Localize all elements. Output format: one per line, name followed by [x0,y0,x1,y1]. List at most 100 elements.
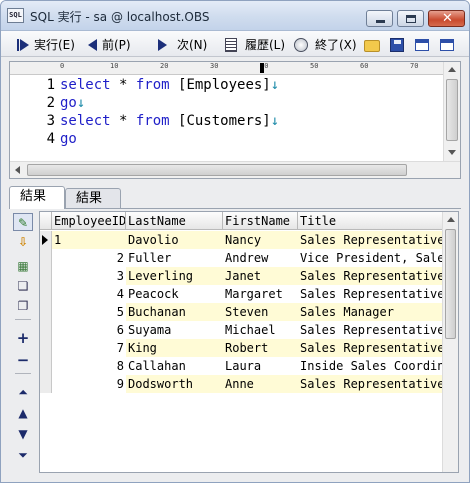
table-cell[interactable]: Sales Representative [298,339,444,357]
table-cell[interactable]: Laura [223,357,298,375]
exit-button[interactable]: 終了(X) [293,35,357,54]
table-cell[interactable]: Callahan [126,357,223,375]
table-cell[interactable]: 4 [52,285,126,303]
row-indicator[interactable] [40,285,52,303]
table-cell[interactable]: Sales Representative [298,285,444,303]
code-line[interactable]: select * from [Customers]↓ [60,112,279,130]
table-cell[interactable]: 8 [52,357,126,375]
table-row[interactable]: 1 Davolio Nancy Sales Representative [40,231,458,249]
first-row-button[interactable]: ⏶ [13,383,33,401]
table-cell[interactable]: Suyama [126,321,223,339]
row-indicator[interactable] [40,339,52,357]
last-row-button[interactable]: ⏷ [13,446,33,464]
table-row[interactable]: 4 Peacock Margaret Sales Representative [40,285,458,303]
add-row-button[interactable]: + [13,329,33,347]
run-button[interactable]: 実行(E) [15,35,75,54]
prev-row-button[interactable]: ▲ [13,404,33,422]
table-row[interactable]: 3 Leverling Janet Sales Representative [40,267,458,285]
row-indicator[interactable] [40,303,52,321]
editor-horizontal-scrollbar[interactable] [10,161,460,178]
table-cell[interactable]: Margaret [223,285,298,303]
table-cell[interactable]: 3 [52,267,126,285]
save-button[interactable] [389,35,408,54]
delete-row-button[interactable]: − [13,351,33,369]
prev-button[interactable]: 前(P) [83,35,131,54]
column-header[interactable]: LastName [126,212,223,230]
close-button[interactable]: ✕ [428,10,465,27]
table-cell[interactable]: Steven [223,303,298,321]
table-cell[interactable]: Sales Representative [298,231,444,249]
table-row[interactable]: 7 King Robert Sales Representative [40,339,458,357]
table-cell[interactable]: Sales Representative [298,321,444,339]
row-indicator[interactable] [40,357,52,375]
next-button[interactable]: 次(N) [153,35,207,54]
editor-vertical-scrollbar[interactable] [443,62,460,162]
row-indicator[interactable] [40,321,52,339]
grid-vscroll-thumb[interactable] [445,229,456,339]
table-cell[interactable]: King [126,339,223,357]
table-cell[interactable]: Sales Manager [298,303,444,321]
editor-hscroll-thumb[interactable] [27,164,407,176]
table-cell[interactable]: Inside Sales Coordinator [298,357,444,375]
export-button[interactable]: ▦ [13,257,33,275]
table-cell[interactable]: Janet [223,267,298,285]
table-cell[interactable]: Nancy [223,231,298,249]
title-bar[interactable]: SQL SQL 実行 - sa @ localhost.OBS ✕ [1,1,469,31]
code-line[interactable]: go↓ [60,94,85,112]
sql-editor[interactable]: 0 10 20 30 40 50 60 70 1 2 3 4 select * … [9,61,461,179]
maximize-button[interactable] [397,10,424,27]
table-row[interactable]: 5 Buchanan Steven Sales Manager [40,303,458,321]
table-cell[interactable]: 2 [52,249,126,267]
table-cell[interactable]: Anne [223,375,298,393]
table-row[interactable]: 6 Suyama Michael Sales Representative [40,321,458,339]
table-cell[interactable]: 1 [52,231,126,249]
tab-result-1[interactable]: 結果 [9,186,65,209]
table-cell[interactable]: Robert [223,339,298,357]
table-cell[interactable]: 6 [52,321,126,339]
scroll-up-icon[interactable] [448,67,456,72]
table-cell[interactable]: Michael [223,321,298,339]
code-line[interactable]: select * from [Employees]↓ [60,76,279,94]
row-indicator[interactable] [40,267,52,285]
open-button[interactable] [364,35,383,54]
table-cell[interactable]: Sales Representative [298,267,444,285]
scroll-down-icon[interactable] [448,150,456,155]
column-header[interactable]: Title [298,212,444,230]
column-header[interactable]: EmployeeID [52,212,126,230]
scroll-up-icon[interactable] [447,217,455,222]
table-cell[interactable]: Andrew [223,249,298,267]
next-row-button[interactable]: ▼ [13,425,33,443]
paste-button[interactable]: ❐ [13,297,33,315]
row-indicator[interactable] [40,249,52,267]
table-cell[interactable]: Fuller [126,249,223,267]
editor-vscroll-thumb[interactable] [446,79,458,141]
history-button[interactable]: 履歴(L) [223,35,285,54]
table-cell[interactable]: 5 [52,303,126,321]
tab-result-2[interactable]: 結果2 [65,188,121,226]
table-cell[interactable]: Peacock [126,285,223,303]
table-cell[interactable]: Leverling [126,267,223,285]
table-cell[interactable]: Vice President, Sales [298,249,444,267]
grid-vertical-scrollbar[interactable] [442,212,458,472]
table-row[interactable]: 9 Dodsworth Anne Sales Representative [40,375,458,393]
window-layout-button[interactable] [439,35,458,54]
row-indicator[interactable] [40,375,52,393]
window-split-button[interactable] [414,35,433,54]
table-cell[interactable]: 9 [52,375,126,393]
table-row[interactable]: 8CallahanLauraInside Sales Coordinator [40,357,458,375]
table-cell[interactable]: Sales Representative [298,375,444,393]
minimize-button[interactable] [366,10,393,27]
scroll-left-icon[interactable] [15,166,20,174]
row-indicator[interactable] [40,231,52,249]
table-row[interactable]: 2 Fuller Andrew Vice President, Sales [40,249,458,267]
result-grid[interactable]: EmployeeID LastName FirstName Title 1 Dav… [39,211,459,473]
code-line[interactable]: go [60,130,77,148]
table-cell[interactable]: Buchanan [126,303,223,321]
table-cell[interactable]: Davolio [126,231,223,249]
table-cell[interactable]: Dodsworth [126,375,223,393]
column-header[interactable]: FirstName [223,212,298,230]
download-button[interactable]: ⇩ [13,233,33,251]
copy-button[interactable]: ❏ [13,277,33,295]
edit-button[interactable]: ✎ [13,213,33,231]
table-cell[interactable]: 7 [52,339,126,357]
